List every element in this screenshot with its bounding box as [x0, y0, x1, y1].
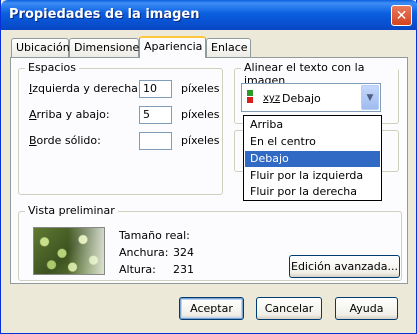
horizontal-spacing-input[interactable]: 10	[139, 80, 172, 98]
width-label: Anchura:	[119, 246, 169, 259]
cancel-button[interactable]: Cancelar	[256, 297, 322, 320]
horizontal-spacing-label: Izquierda y derecha:	[29, 82, 142, 95]
preview-legend: Vista preliminar	[25, 204, 118, 217]
tab-label: Apariencia	[144, 40, 203, 53]
tab-ubicacion[interactable]: Ubicación	[11, 38, 70, 57]
image-preview	[33, 227, 105, 275]
border-label: Borde sólido:	[29, 134, 101, 147]
align-bottom-icon	[247, 90, 253, 103]
align-option-centro[interactable]: En el centro	[245, 134, 380, 150]
tab-dimensiones[interactable]: Dimensiones	[69, 38, 145, 57]
border-input[interactable]	[139, 132, 172, 150]
advanced-edit-button[interactable]: Edición avanzada...	[289, 255, 400, 278]
height-label: Altura:	[119, 263, 156, 276]
align-selected-value: Debajo	[282, 92, 321, 105]
horizontal-spacing-unit: píxeles	[181, 82, 220, 95]
tab-label: Enlace	[211, 41, 248, 54]
align-option-debajo[interactable]: Debajo	[245, 151, 380, 167]
vertical-spacing-label: Arriba y abajo:	[29, 108, 110, 121]
align-option-arriba[interactable]: Arriba	[245, 117, 380, 133]
align-combobox[interactable]: xyz Debajo ▼	[241, 83, 381, 112]
help-button[interactable]: Ayuda	[335, 297, 398, 320]
chevron-down-icon: ▼	[366, 92, 374, 103]
close-icon: ✕	[395, 7, 408, 24]
align-dropdown-list: Arriba En el centro Debajo Fluir por la …	[243, 115, 382, 201]
real-size-label: Tamaño real:	[119, 229, 190, 242]
height-value: 231	[173, 263, 194, 276]
vertical-spacing-unit: píxeles	[181, 108, 220, 121]
preview-fade	[68, 228, 104, 274]
border-unit: píxeles	[181, 134, 220, 147]
ok-button[interactable]: Aceptar	[179, 297, 244, 320]
align-icon-text: xyz	[263, 93, 281, 104]
tab-label: Dimensiones	[74, 41, 145, 54]
window-title: Propiedades de la imagen	[9, 7, 200, 22]
spacing-legend: Espacios	[25, 61, 79, 74]
vertical-spacing-input[interactable]: 5	[139, 106, 172, 124]
align-dropdown-arrow[interactable]: ▼	[361, 85, 379, 110]
tab-apariencia[interactable]: Apariencia	[139, 36, 206, 58]
tab-label: Ubicación	[16, 41, 70, 54]
align-option-derecha[interactable]: Fluir por la derecha	[245, 184, 380, 200]
image-properties-dialog: Propiedades de la imagen ✕ Ubicación Dim…	[0, 0, 417, 334]
title-bar[interactable]: Propiedades de la imagen ✕	[1, 0, 417, 30]
width-value: 324	[173, 246, 194, 259]
align-option-izquierda[interactable]: Fluir por la izquierda	[245, 168, 380, 184]
close-button[interactable]: ✕	[391, 5, 412, 26]
tab-enlace[interactable]: Enlace	[206, 38, 251, 57]
